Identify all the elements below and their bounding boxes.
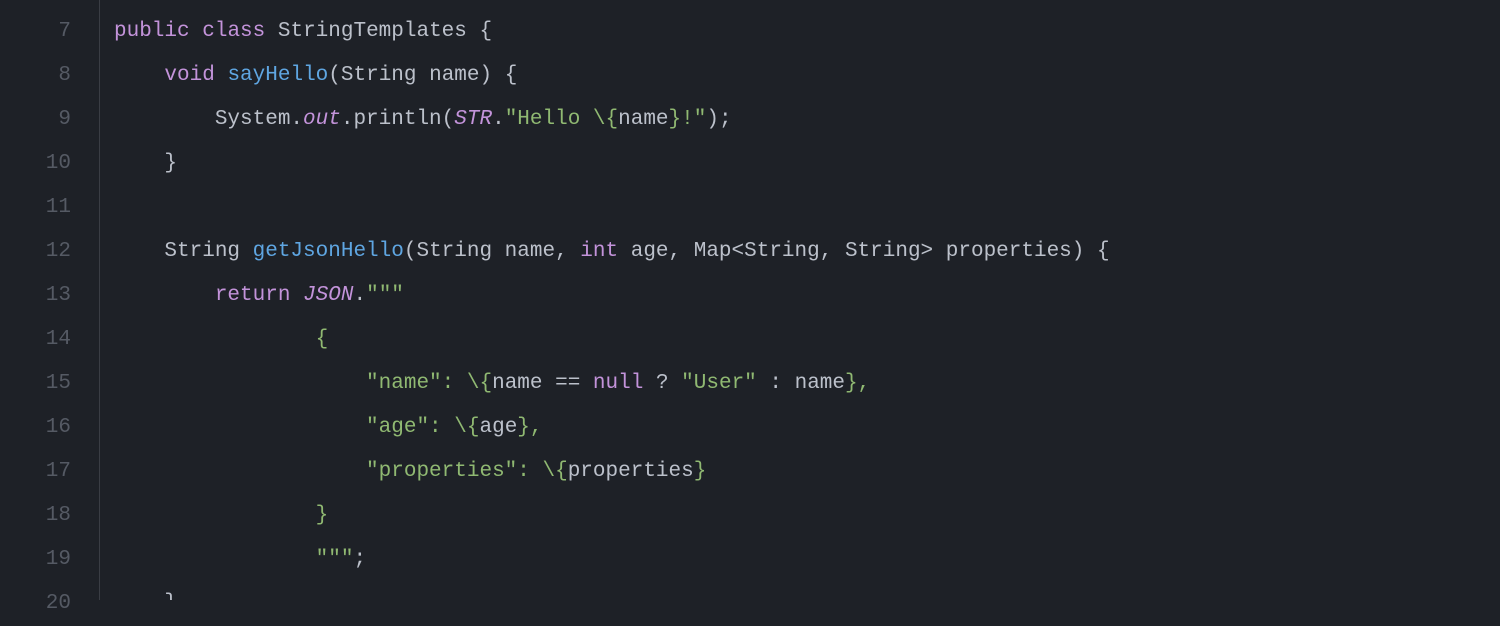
line-number: 8 [0, 54, 99, 98]
token-pun [114, 64, 164, 87]
token-pun [114, 284, 215, 307]
token-escbr: \{ [593, 108, 618, 131]
code-area[interactable]: public class StringTemplates { void sayH… [100, 0, 1500, 600]
token-mname: getJsonHello [253, 240, 404, 263]
token-str: , [530, 416, 543, 439]
token-pun: (String name) { [328, 64, 517, 87]
line-number: 7 [0, 10, 99, 54]
token-pun [114, 460, 366, 483]
line-number: 11 [0, 186, 99, 230]
code-line[interactable]: "age": \{age}, [114, 406, 1500, 450]
line-number: 12 [0, 230, 99, 274]
code-line[interactable]: public class StringTemplates { [114, 10, 1500, 54]
token-escbr: } [694, 460, 707, 483]
token-pun: . [492, 108, 505, 131]
token-mname: sayHello [227, 64, 328, 87]
token-pun [290, 284, 303, 307]
token-pun [215, 64, 228, 87]
token-pun: { [467, 20, 492, 43]
token-kw: int [580, 240, 618, 263]
token-null: null [593, 372, 643, 395]
token-proc: STR [454, 108, 492, 131]
token-kw: void [164, 64, 214, 87]
token-pun [265, 20, 278, 43]
token-escbr: \{ [542, 460, 567, 483]
token-escbr: \{ [454, 416, 479, 439]
token-cls: StringTemplates [278, 20, 467, 43]
code-line[interactable]: String getJsonHello(String name, int age… [114, 230, 1500, 274]
token-pun: (String name, [404, 240, 580, 263]
token-proc: JSON [303, 284, 353, 307]
token-str: "User" [681, 372, 757, 395]
token-str: } [316, 504, 329, 527]
token-escbr: } [517, 416, 530, 439]
token-str: "name": [366, 372, 467, 395]
line-number-gutter: 7891011121314151617181920 [0, 0, 100, 600]
token-pun: } [114, 152, 177, 175]
token-pun [114, 416, 366, 439]
token-expr: age [479, 416, 517, 439]
token-expr: ? [643, 372, 681, 395]
line-number: 17 [0, 450, 99, 494]
code-line[interactable]: { [114, 318, 1500, 362]
code-line[interactable]: """; [114, 538, 1500, 582]
code-line[interactable]: "properties": \{properties} [114, 450, 1500, 494]
token-escbr: \{ [467, 372, 492, 395]
token-pun: . [353, 284, 366, 307]
token-pun [114, 372, 366, 395]
token-pun [114, 548, 316, 571]
code-line[interactable]: } [114, 494, 1500, 538]
token-str: "properties": [366, 460, 542, 483]
token-str: """ [366, 284, 404, 307]
token-str: "age": [366, 416, 454, 439]
token-expr: name == [492, 372, 593, 395]
line-number: 9 [0, 98, 99, 142]
token-expr: properties [568, 460, 694, 483]
token-pun [190, 20, 203, 43]
line-number: 16 [0, 406, 99, 450]
token-pun: } [114, 592, 177, 600]
token-mod: public [114, 20, 190, 43]
line-number: 10 [0, 142, 99, 186]
line-number: 14 [0, 318, 99, 362]
code-editor: 7891011121314151617181920 public class S… [0, 0, 1500, 600]
code-line[interactable] [114, 186, 1500, 230]
token-pun [114, 504, 316, 527]
token-str: { [316, 328, 329, 351]
token-str: "Hello [505, 108, 593, 131]
token-pun: ; [353, 548, 366, 571]
token-str: !" [681, 108, 706, 131]
token-pun: .println( [341, 108, 454, 131]
line-number: 19 [0, 538, 99, 582]
token-escbr: } [845, 372, 858, 395]
token-expr: name [618, 108, 668, 131]
token-kw: class [202, 20, 265, 43]
token-expr: : name [757, 372, 845, 395]
code-line[interactable]: System.out.println(STR."Hello \{name}!")… [114, 98, 1500, 142]
code-line[interactable]: } [114, 582, 1500, 600]
token-str: """ [316, 548, 354, 571]
code-line[interactable]: return JSON.""" [114, 274, 1500, 318]
line-number: 13 [0, 274, 99, 318]
code-line[interactable]: } [114, 142, 1500, 186]
line-number: 15 [0, 362, 99, 406]
token-pun: ); [706, 108, 731, 131]
token-str: , [858, 372, 871, 395]
token-pun: System. [114, 108, 303, 131]
code-line[interactable]: "name": \{name == null ? "User" : name}, [114, 362, 1500, 406]
line-number: 20 [0, 582, 99, 626]
token-escbr: } [669, 108, 682, 131]
token-stat: out [303, 108, 341, 131]
token-ret: return [215, 284, 291, 307]
token-pun [114, 328, 316, 351]
token-pun: String [114, 240, 253, 263]
line-number: 18 [0, 494, 99, 538]
token-pun: age, Map<String, String> properties) { [618, 240, 1109, 263]
code-line[interactable]: void sayHello(String name) { [114, 54, 1500, 98]
